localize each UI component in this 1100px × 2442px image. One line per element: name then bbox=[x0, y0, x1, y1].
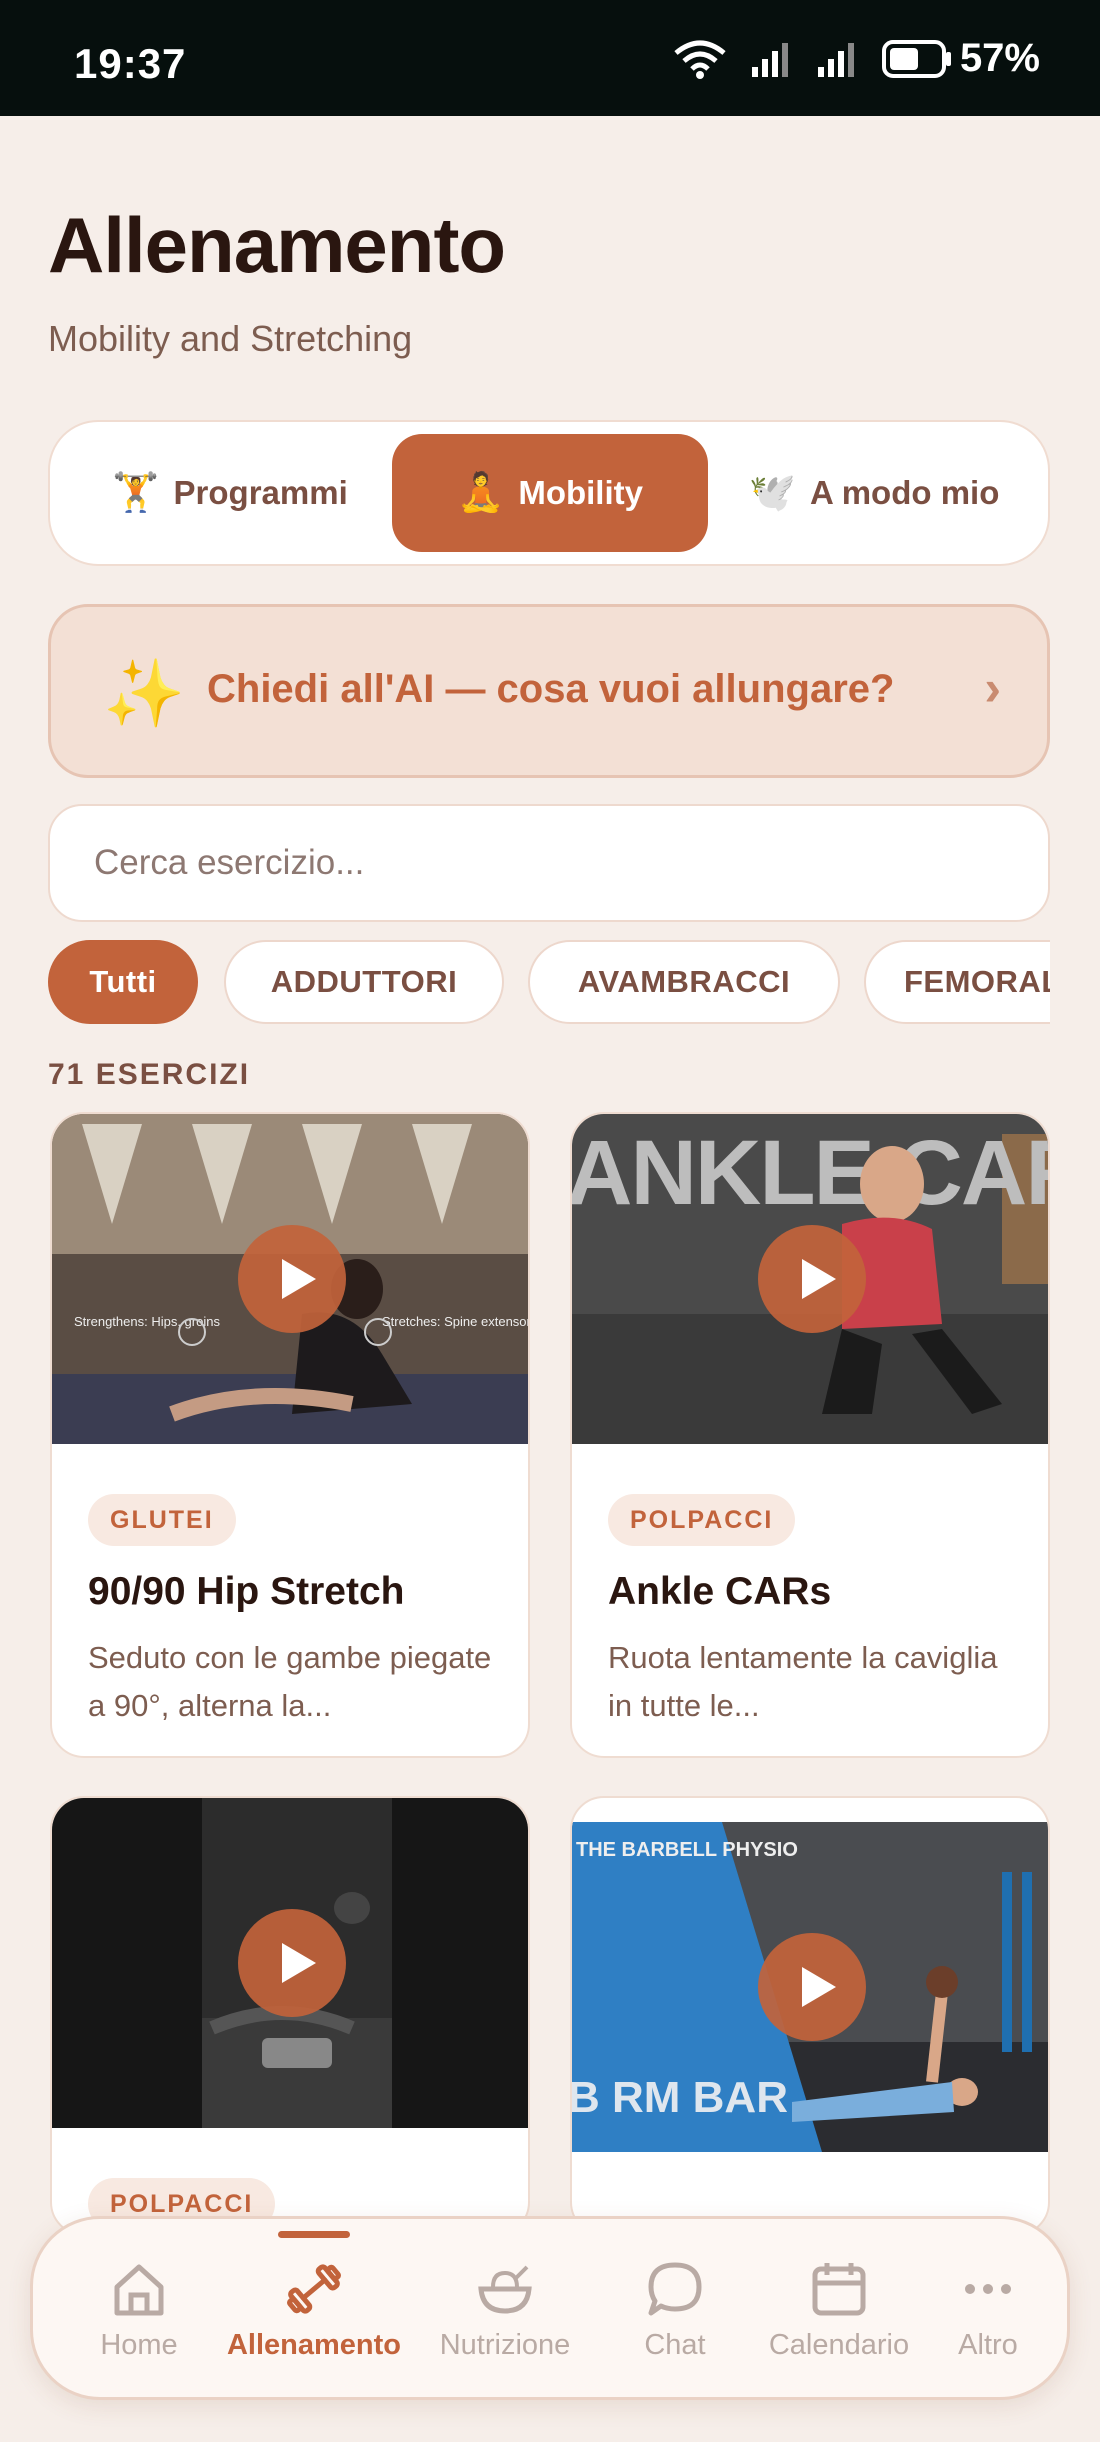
nav-altro[interactable]: Altro bbox=[923, 2219, 1053, 2403]
tab-label: A modo mio bbox=[809, 474, 1000, 511]
nav-chat[interactable]: Chat bbox=[605, 2219, 745, 2403]
tab-label: Mobility bbox=[518, 474, 643, 511]
ai-assistant-banner[interactable]: ✨ Chiedi all'AI — cosa vuoi allungare? › bbox=[48, 604, 1050, 778]
mode-tabs: 🏋️ Programmi 🧘 Mobility 🕊️ A modo mio bbox=[48, 420, 1050, 566]
muscle-tag: GLUTEI bbox=[88, 1494, 236, 1546]
weightlifter-icon: 🏋️ bbox=[112, 472, 160, 514]
filter-chips: Tutti ADDUTTORI AVAMBRACCI FEMORALI bbox=[48, 940, 1050, 1026]
search-input[interactable] bbox=[48, 804, 1050, 922]
tab-label: Programmi bbox=[173, 474, 348, 511]
exercise-card[interactable]: ANKLE CARS POLPACCI Ankle CARs Ruota len… bbox=[570, 1112, 1050, 1758]
filter-chip-avambracci[interactable]: AVAMBRACCI bbox=[528, 940, 840, 1024]
nav-home[interactable]: Home bbox=[69, 2219, 209, 2403]
tab-programmi[interactable]: 🏋️ Programmi bbox=[70, 434, 390, 552]
exercise-card[interactable]: Strengthens: Hips, groins Stretches: Spi… bbox=[50, 1112, 530, 1758]
page-title: Allenamento bbox=[48, 201, 506, 289]
exercise-thumbnail[interactable] bbox=[52, 1798, 528, 2128]
more-dots-icon bbox=[965, 2284, 1011, 2294]
battery-icon bbox=[881, 39, 951, 78]
tab-mobility[interactable]: 🧘 Mobility bbox=[392, 434, 708, 552]
exercise-thumbnail[interactable]: ANKLE CARS bbox=[572, 1114, 1048, 1444]
nav-label: Calendario bbox=[768, 2329, 910, 2361]
battery-indicator: 57% bbox=[881, 36, 1040, 81]
bottom-navigation: Home Allenamento Nutrizione Chat Calenda… bbox=[30, 2216, 1070, 2400]
filter-chip-femorali[interactable]: FEMORALI bbox=[864, 940, 1050, 1024]
exercise-count: 71 ESERCIZI bbox=[48, 1058, 251, 1091]
salad-bowl-icon bbox=[478, 2265, 532, 2314]
play-icon[interactable] bbox=[238, 1909, 346, 2017]
overlay-logo: THE BARBELL PHYSIO bbox=[576, 1839, 798, 1861]
exercise-card[interactable]: POLPACCI bbox=[50, 1796, 530, 2236]
home-icon bbox=[114, 2264, 164, 2316]
exercise-description: Seduto con le gambe piegate a 90°, alter… bbox=[88, 1640, 492, 1723]
nav-label: Home bbox=[100, 2329, 178, 2361]
overlay-ankle-cars: ANKLE CARS bbox=[572, 1122, 1048, 1224]
battery-percent: 57% bbox=[959, 36, 1040, 80]
nav-label: Altro bbox=[958, 2329, 1018, 2361]
play-icon[interactable] bbox=[238, 1225, 346, 1333]
ai-banner-text: Chiedi all'AI — cosa vuoi allungare? bbox=[207, 667, 895, 711]
status-time: 19:37 bbox=[74, 40, 187, 87]
dumbbell-icon bbox=[287, 2264, 341, 2314]
active-indicator bbox=[278, 2231, 350, 2238]
chevron-right-icon: › bbox=[984, 660, 1001, 716]
exercise-thumbnail[interactable]: Strengthens: Hips, groins Stretches: Spi… bbox=[52, 1114, 528, 1444]
exercise-description: Ruota lentamente la caviglia in tutte le… bbox=[608, 1640, 998, 1723]
overlay-arm-bar: B RM BAR bbox=[572, 2073, 788, 2122]
exercise-title: 90/90 Hip Stretch bbox=[88, 1570, 405, 1613]
page-subtitle: Mobility and Stretching bbox=[48, 318, 413, 359]
tab-a-modo-mio[interactable]: 🕊️ A modo mio bbox=[714, 434, 1034, 552]
exercise-card[interactable]: THE BARBELL PHYSIO B RM BAR bbox=[570, 1796, 1050, 2236]
meditation-icon: 🧘 bbox=[457, 472, 505, 514]
bird-icon: 🕊️ bbox=[748, 472, 796, 514]
signal-icon-2 bbox=[817, 42, 854, 77]
nav-calendario[interactable]: Calendario bbox=[739, 2219, 939, 2403]
status-icons: 57% bbox=[672, 36, 1040, 81]
sparkles-icon: ✨ bbox=[103, 656, 186, 730]
play-icon[interactable] bbox=[758, 1933, 866, 2041]
signal-icon bbox=[751, 42, 788, 77]
overlay-stretches: Stretches: Spine extensors, Trunk rotato… bbox=[382, 1314, 528, 1329]
exercise-title: Ankle CARs bbox=[608, 1570, 832, 1613]
exercise-thumbnail[interactable]: THE BARBELL PHYSIO B RM BAR bbox=[572, 1822, 1048, 2152]
wifi-icon bbox=[674, 40, 726, 79]
status-bar: 19:37 57% bbox=[0, 0, 1100, 116]
filter-chip-tutti[interactable]: Tutti bbox=[48, 940, 198, 1024]
muscle-tag: POLPACCI bbox=[608, 1494, 796, 1546]
calendar-icon bbox=[812, 2263, 866, 2316]
play-icon[interactable] bbox=[758, 1225, 866, 1333]
nav-label: Nutrizione bbox=[439, 2329, 571, 2361]
chat-bubble-icon bbox=[648, 2262, 702, 2316]
nav-allenamento[interactable]: Allenamento bbox=[219, 2219, 409, 2403]
filter-chip-adduttori[interactable]: ADDUTTORI bbox=[224, 940, 504, 1024]
nav-label: Chat bbox=[644, 2329, 706, 2361]
nav-label: Allenamento bbox=[226, 2329, 402, 2361]
nav-nutrizione[interactable]: Nutrizione bbox=[415, 2219, 595, 2403]
